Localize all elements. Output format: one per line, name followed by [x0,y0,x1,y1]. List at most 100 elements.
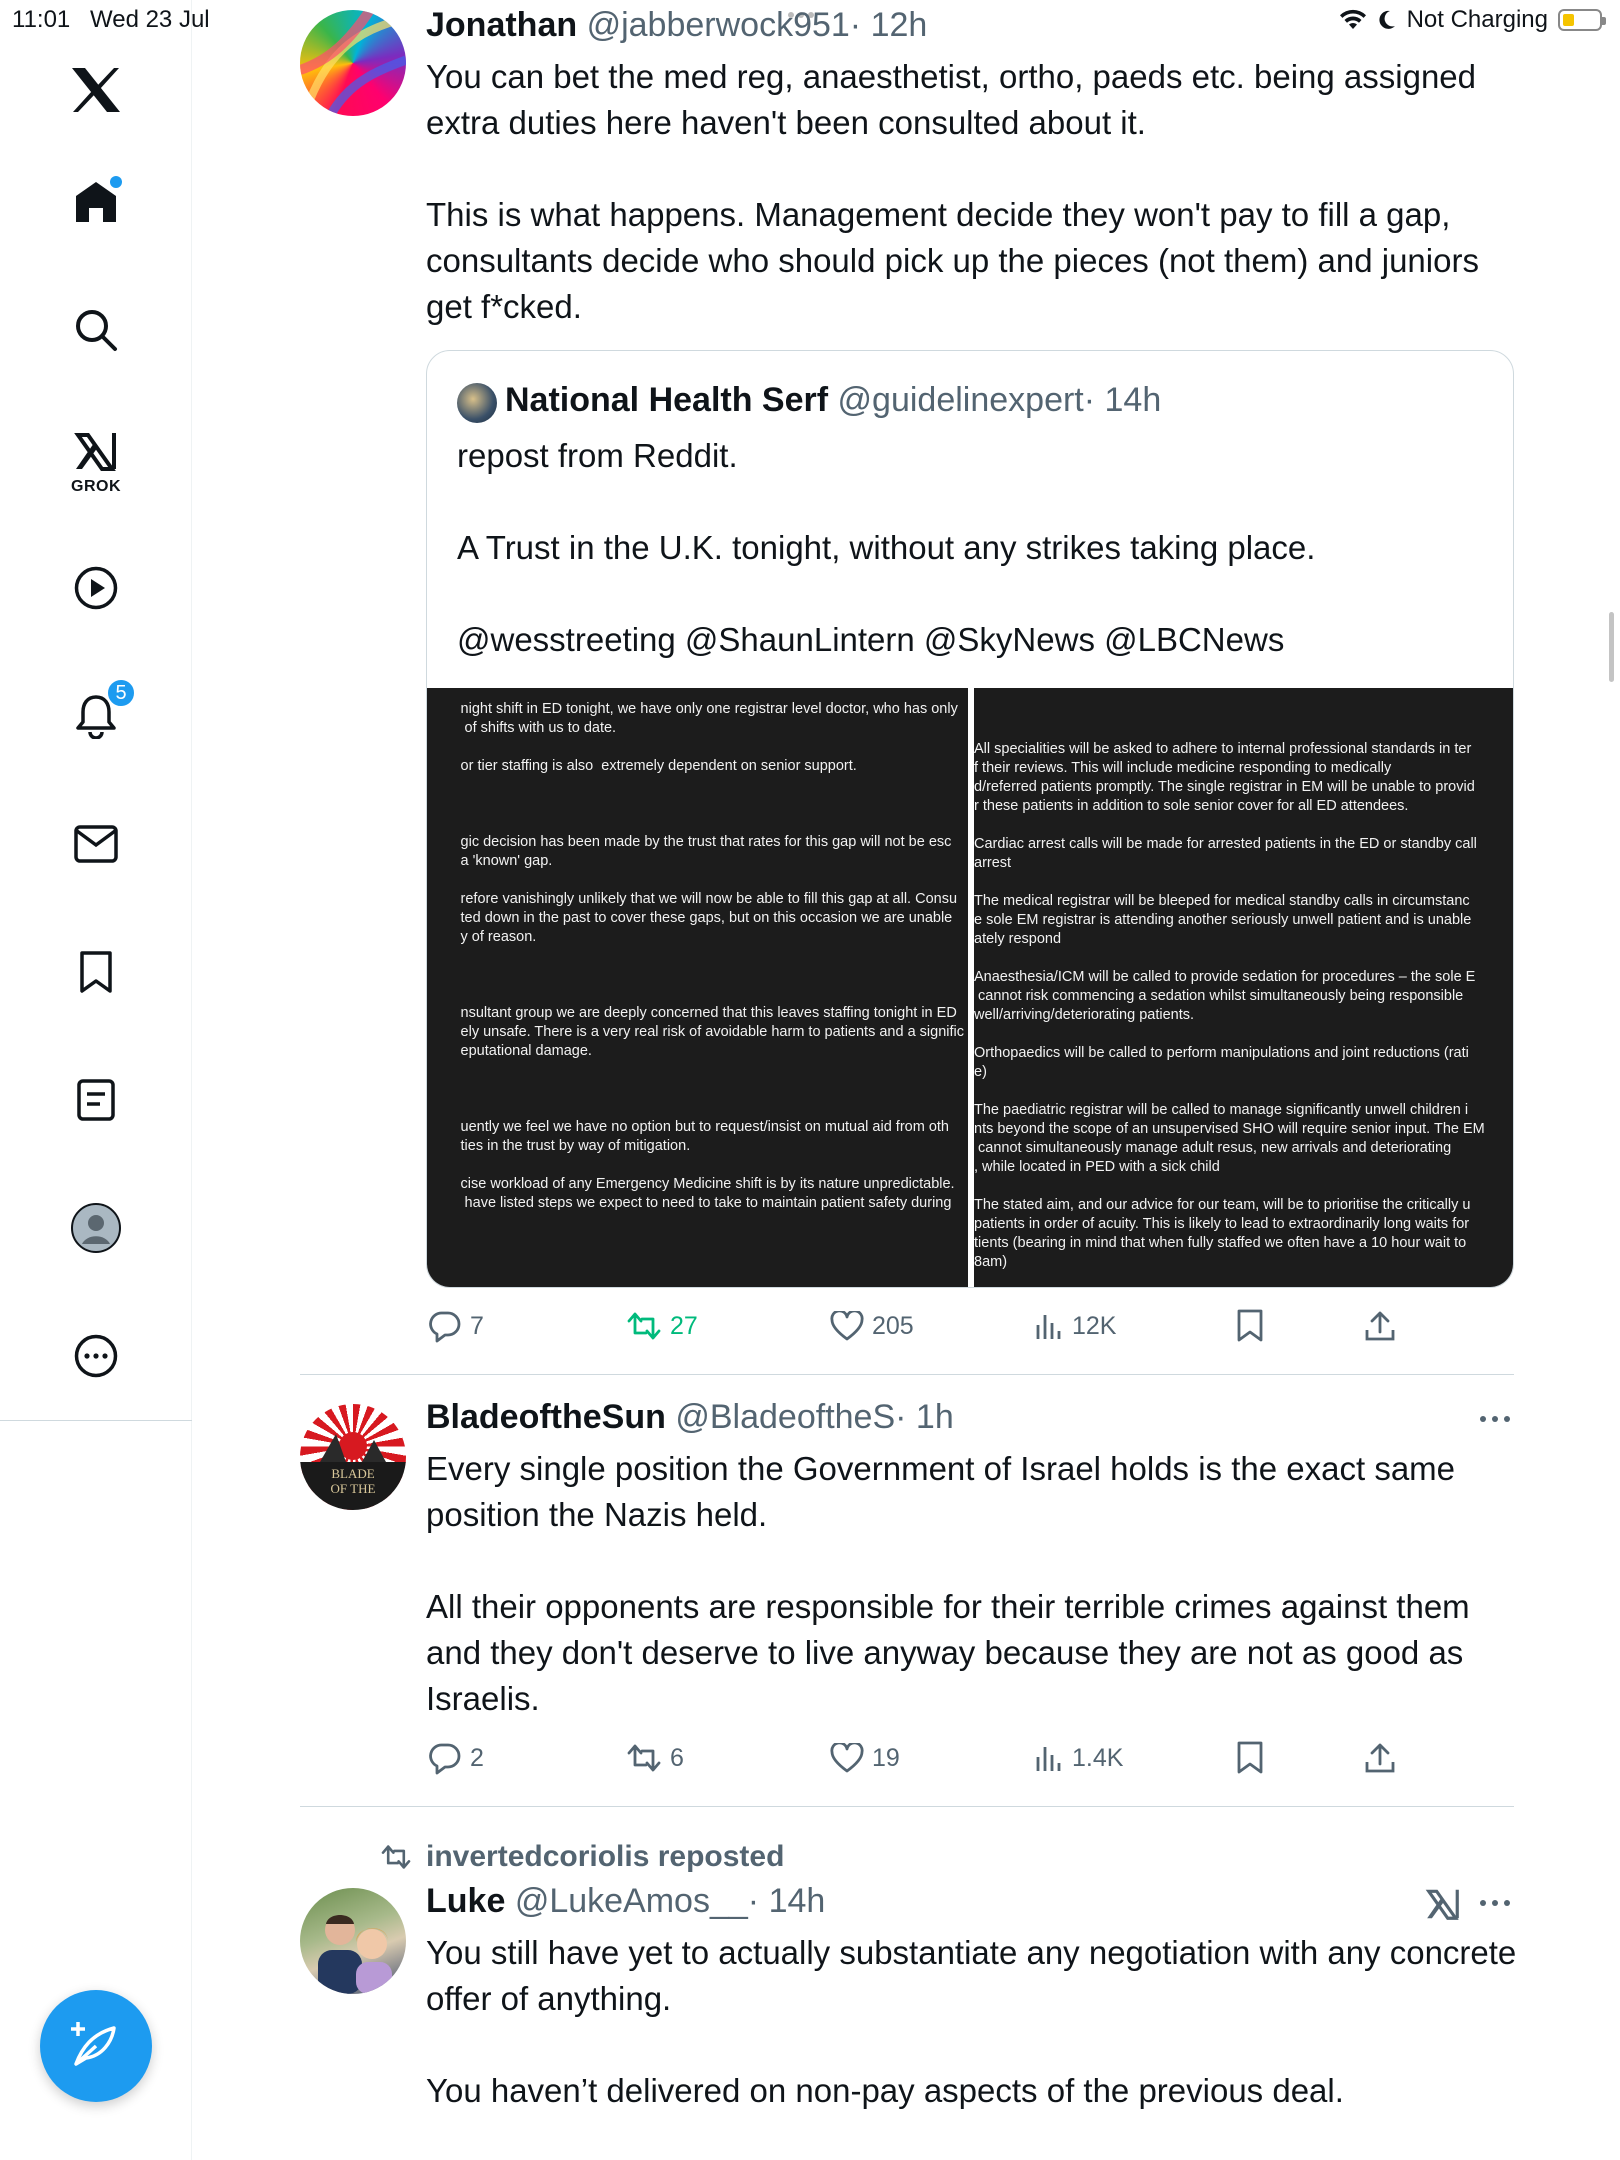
bookmark-button[interactable] [1236,1738,1264,1778]
author-handle[interactable]: @jabberwock951 [587,6,850,44]
quote-header: National Health Serf @guidelinexpert· 14… [505,381,1161,420]
tweet-time[interactable]: · 14h [748,1882,826,1920]
reply-button[interactable]: 2 [428,1738,484,1778]
reply-button[interactable]: 7 [428,1306,484,1346]
compose-button[interactable] [40,1990,152,2102]
author-handle[interactable]: @BladeoftheS [675,1398,895,1436]
tweet-divider [300,1374,1514,1375]
bookmark-button[interactable] [1236,1306,1264,1346]
avatar[interactable]: BLADE OF THE [300,1404,406,1510]
media-image-right[interactable]: All specialities will be asked to adhere… [974,688,1513,1287]
wifi-icon [1339,9,1366,29]
repost-icon [627,1744,661,1772]
status-indicators: Not Charging [1339,6,1606,34]
tweet-text: You still have yet to actually substanti… [426,1934,1517,2109]
like-button[interactable]: 19 [830,1738,900,1778]
tweet-actions: 7 27 205 12K [428,1306,1428,1346]
grok-icon[interactable] [1424,1886,1462,1922]
heart-icon [830,1311,864,1341]
reply-icon [429,1743,461,1775]
author-name[interactable]: BladeoftheSun [426,1398,666,1436]
tweet-time[interactable]: · 12h [850,6,928,44]
sidebar-item-grok[interactable]: GROK [56,418,136,502]
grok-icon [74,433,116,471]
repost-icon [627,1312,661,1340]
more-options-icon[interactable] [1480,1900,1510,1906]
sidebar-item-notifications[interactable]: 5 [56,676,136,756]
sidebar-divider [0,1420,192,1421]
quote-media: night shift in ED tonight, we have only … [427,688,1513,1287]
repost-button[interactable]: 6 [626,1738,684,1778]
media-image-left[interactable]: night shift in ED tonight, we have only … [427,688,968,1287]
sidebar-item-profile[interactable] [56,1188,136,1268]
repost-button[interactable]: 27 [626,1306,698,1346]
share-button[interactable] [1364,1738,1396,1778]
views-chart-icon [1036,1747,1061,1771]
repost-context[interactable]: invertedcoriolis reposted [380,1840,784,1874]
views-button[interactable]: 12K [1034,1306,1116,1346]
views-button[interactable]: 1.4K [1034,1738,1123,1778]
tweet-header: Jonathan @jabberwock951· 12h [426,6,927,45]
reply-count: 7 [470,1311,484,1340]
compose-feather-icon [71,2022,116,2066]
quote-time: · 14h [1083,381,1162,419]
image-text-right: All specialities will be asked to adhere… [974,741,1485,1270]
views-chart-icon [1036,1315,1061,1339]
view-count: 1.4K [1072,1743,1124,1772]
profile-avatar-icon [71,1203,121,1253]
reposted-by: invertedcoriolis reposted [426,1840,785,1873]
scrollbar[interactable] [1609,612,1614,682]
sidebar-item-messages[interactable] [56,804,136,884]
messages-envelope-icon [74,825,118,863]
bookmark-icon [1237,1309,1263,1342]
sidebar-item-explore[interactable] [56,290,136,370]
avatar-lettering: BLADE OF THE [330,1466,376,1496]
tweet-header: BladeoftheSun @BladeoftheS· 1h [426,1398,954,1437]
author-name[interactable]: Jonathan [426,6,577,44]
repost-count: 27 [670,1311,698,1340]
like-button[interactable]: 205 [830,1306,914,1346]
tweet-text: Every single position the Government of … [426,1450,1470,1717]
moon-icon [1378,10,1395,29]
sidebar-item-more[interactable] [56,1316,136,1396]
image-text-left: night shift in ED tonight, we have only … [460,701,964,1211]
quote-author-handle: @guidelinexpert [837,381,1084,419]
like-count: 19 [872,1743,900,1772]
home-unread-dot [110,176,122,188]
tweet-header: Luke @LukeAmos__· 14h [426,1882,825,1921]
share-icon [1365,1311,1395,1341]
sidebar-item-home[interactable] [56,162,136,242]
avatar[interactable] [300,1888,406,1994]
reply-icon [429,1311,461,1343]
repost-icon [381,1845,411,1869]
sidebar-item-bookmarks[interactable] [56,932,136,1012]
quote-author-name: National Health Serf [505,381,829,419]
sidebar-nav: GROK 5 [0,0,192,2160]
grok-label: GROK [71,478,121,495]
notifications-badge: 5 [106,678,136,708]
share-icon [1365,1743,1395,1773]
x-logo-icon[interactable] [56,50,136,130]
share-button[interactable] [1364,1306,1396,1346]
tweet-actions: 2 6 19 1.4K [428,1738,1428,1778]
quoted-tweet[interactable]: National Health Serf @guidelinexpert· 14… [426,350,1514,1288]
charging-status: Not Charging [1406,6,1548,33]
more-options-icon[interactable] [1480,1416,1510,1422]
tweet-text: You can bet the med reg, anaesthetist, o… [426,58,1479,325]
repost-count: 6 [670,1743,684,1772]
view-count: 12K [1072,1311,1117,1340]
heart-icon [830,1743,864,1773]
lists-icon [77,1079,115,1121]
video-play-icon [74,566,118,610]
bookmark-icon [1237,1741,1263,1774]
quote-avatar [457,383,497,423]
bookmark-icon [80,951,112,993]
tweet-time[interactable]: · 1h [895,1398,954,1436]
quote-text: repost from Reddit. A Trust in the U.K. … [457,437,1316,658]
sidebar-item-video[interactable] [56,548,136,628]
author-handle[interactable]: @LukeAmos__ [515,1882,748,1920]
author-name[interactable]: Luke [426,1882,505,1920]
avatar[interactable] [300,10,406,116]
sidebar-item-lists[interactable] [56,1060,136,1140]
like-count: 205 [872,1311,914,1340]
